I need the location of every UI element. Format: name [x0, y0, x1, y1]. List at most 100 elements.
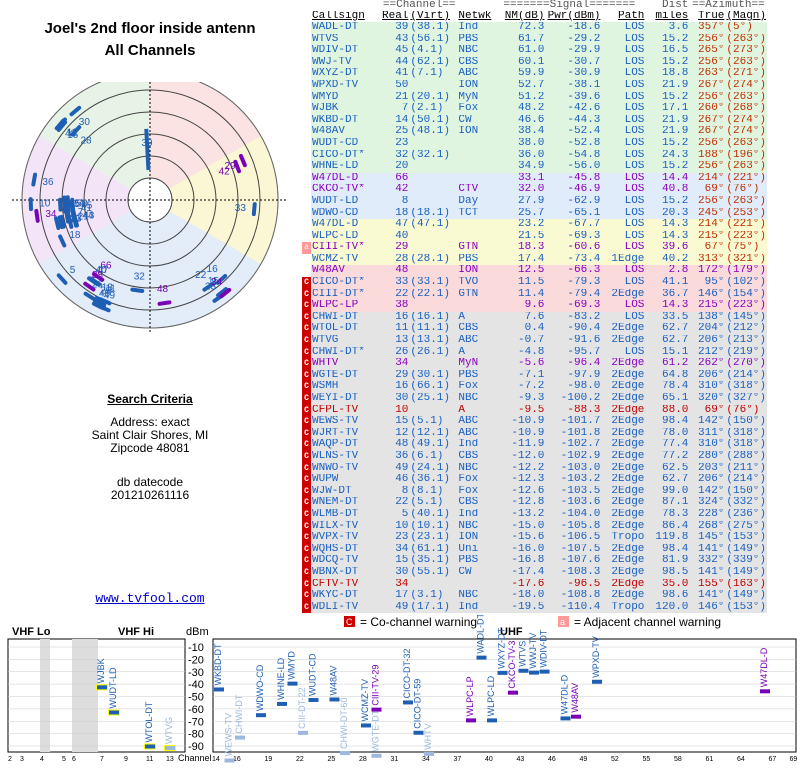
uhf-tick-label: 43: [517, 756, 525, 763]
cell-net: NBC: [457, 393, 493, 405]
cell-nm: 61.0: [493, 45, 545, 57]
spectrum-mark-label: WCMZ-TV: [360, 679, 370, 722]
spectrum-mark: [487, 718, 497, 722]
spectrum-mark-label: WDWO-CD: [255, 664, 265, 711]
cell-path: Tropo: [601, 532, 645, 544]
cell-path: 2Edge: [601, 486, 645, 498]
co-channel-warning-icon: C: [302, 579, 311, 591]
cell-m: (145°): [725, 312, 767, 324]
criteria-city: Saint Clair Shores, MI: [0, 428, 300, 442]
tvfool-link[interactable]: www.tvfool.com: [0, 591, 300, 606]
cell-path: 2Edge: [601, 370, 645, 382]
polar-mark-label: 39: [141, 138, 153, 149]
co-channel-warning-icon: C: [302, 474, 311, 486]
cell-call: WUPW: [311, 474, 381, 486]
cell-real: 46: [381, 474, 409, 486]
cell-pwr: -108.3: [545, 567, 601, 579]
warning-cell: [302, 219, 311, 231]
cell-t: 212°: [689, 347, 725, 359]
cell-t: 155°: [689, 579, 725, 591]
cell-real: 23: [381, 138, 409, 150]
cell-nm: -19.5: [493, 602, 545, 614]
cell-pwr: -96.5: [545, 579, 601, 591]
cell-dist: 41.1: [645, 277, 689, 289]
cell-call: WNWO-TV: [311, 463, 381, 475]
cell-nm: -4.8: [493, 347, 545, 359]
cell-virt: (4.1): [409, 45, 457, 57]
cell-dist: 3.6: [645, 22, 689, 34]
polar-mark-label: 25: [69, 199, 81, 210]
co-channel-legend-letter: C: [346, 617, 353, 627]
warning-cell: [302, 231, 311, 243]
spectrum-mark: [340, 751, 350, 755]
cell-m: (102°): [725, 277, 767, 289]
cell-nm: -12.0: [493, 451, 545, 463]
table-row: WMYD21(20.1)MyN51.2-39.6LOS15.2256°(263°…: [302, 92, 767, 104]
cell-net: ION: [457, 265, 493, 277]
cell-m: (223°): [725, 231, 767, 243]
cell-m: (268°): [725, 103, 767, 115]
cell-real: 15: [381, 555, 409, 567]
cell-path: LOS: [601, 80, 645, 92]
warning-cell: [302, 173, 311, 185]
cell-call: WKBD-DT: [311, 115, 381, 127]
cell-virt: (6.1): [409, 451, 457, 463]
spectrum-mark-label: WHNE-LD: [276, 657, 286, 699]
co-channel-warning-icon: C: [302, 335, 311, 347]
y-tick-label: -10: [188, 642, 204, 654]
cell-real: 10: [381, 405, 409, 417]
cell-dist: 62.7: [645, 335, 689, 347]
cell-m: (318°): [725, 428, 767, 440]
polar-mark-label: 22: [195, 270, 207, 281]
cell-virt: [409, 80, 457, 92]
table-row: CWTVG13(13.1)ABC-0.7-91.62Edge62.7206°(2…: [302, 335, 767, 347]
col-virt: (Virt): [409, 11, 457, 22]
cell-nm: -11.9: [493, 439, 545, 451]
cell-pwr: -62.9: [545, 196, 601, 208]
cell-dist: 15.2: [645, 57, 689, 69]
polar-mark-label: 46: [99, 288, 111, 299]
cell-nm: -18.0: [493, 590, 545, 602]
cell-call: WPXD-TV: [311, 80, 381, 92]
cell-nm: -17.6: [493, 579, 545, 591]
cell-call: W48AV: [311, 265, 381, 277]
cell-path: 2Edge: [601, 358, 645, 370]
cell-path: LOS: [601, 300, 645, 312]
group-azimuth: ==Azimuth==: [689, 0, 767, 11]
cell-virt: (36.1): [409, 474, 457, 486]
cell-pwr: -44.3: [545, 115, 601, 127]
uhf-tick-label: 40: [485, 756, 493, 763]
cell-real: 25: [381, 126, 409, 138]
cell-t: 206°: [689, 370, 725, 382]
cell-call: WTVS: [311, 34, 381, 46]
cell-call: CIII-TV*: [311, 242, 381, 254]
cell-path: LOS: [601, 126, 645, 138]
cell-net: ABC: [457, 428, 493, 440]
cell-net: CBS: [457, 57, 493, 69]
cell-net: CBS: [457, 323, 493, 335]
cell-nm: -12.2: [493, 463, 545, 475]
table-row: WUDT-LD8Day27.9-62.9LOS15.2256°(263°): [302, 196, 767, 208]
cell-virt: [409, 300, 457, 312]
hi-tick-label: 13: [166, 756, 174, 763]
cell-virt: (50.1): [409, 115, 457, 127]
y-tick-label: -80: [188, 729, 204, 741]
cell-m: (274°): [725, 80, 767, 92]
cell-real: 50: [381, 80, 409, 92]
report-subtitle: All Channels: [0, 42, 300, 59]
spectrum-mark: [225, 758, 235, 762]
cell-call: WLPC-LP: [311, 300, 381, 312]
spectrum-mark: [256, 713, 266, 717]
table-row: CCIII-DT*22(22.1)GTN11.4-79.42Edge36.714…: [302, 289, 767, 301]
cell-path: LOS: [601, 150, 645, 162]
cell-dist: 14.3: [645, 300, 689, 312]
table-row: WXYZ-DT41(7.1)ABC59.9-30.9LOS18.8263°(27…: [302, 68, 767, 80]
cell-net: CW: [457, 567, 493, 579]
cell-pwr: -105.8: [545, 521, 601, 533]
cell-nm: 12.5: [493, 265, 545, 277]
co-channel-warning-icon: C: [302, 567, 311, 579]
search-criteria-heading: Search Criteria: [0, 392, 300, 406]
cell-pwr: -69.3: [545, 231, 601, 243]
table-row: CCICO-DT*33(33.1)TVO11.5-79.3LOS41.195°(…: [302, 277, 767, 289]
col-miles: miles: [645, 11, 689, 22]
